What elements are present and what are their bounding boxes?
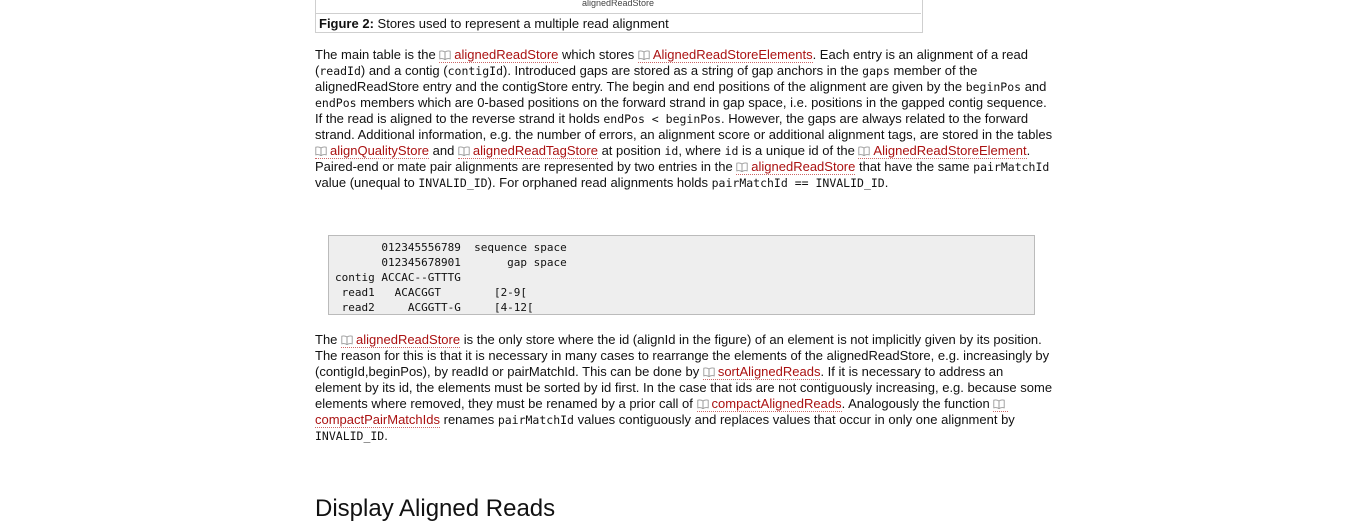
- figure-image-sliver: alignedReadStore: [581, 0, 655, 8]
- book-icon: [458, 146, 470, 156]
- figure-separator: [315, 13, 921, 14]
- link-AlignedReadStoreElement[interactable]: AlignedReadStoreElement: [858, 143, 1027, 159]
- link-compactAlignedReads[interactable]: compactAlignedReads: [696, 396, 842, 412]
- section-heading: Display Aligned Reads: [315, 495, 556, 522]
- code-endPos-condition: endPos < beginPos: [603, 112, 722, 126]
- code-readId: readId: [319, 64, 361, 78]
- link-sortAlignedReads[interactable]: sortAlignedReads: [702, 364, 821, 380]
- paragraph-alignedReadStore-ids: The alignedReadStore is the only store w…: [315, 332, 1053, 443]
- figure-caption-label: Figure 2:: [319, 16, 374, 31]
- book-icon: [703, 367, 715, 377]
- code-contigId: contigId: [447, 64, 503, 78]
- code-gaps: gaps: [862, 64, 890, 78]
- book-icon: [858, 146, 870, 156]
- book-icon: [993, 399, 1005, 409]
- book-icon: [697, 399, 709, 409]
- link-alignQualityStore[interactable]: alignQualityStore: [315, 143, 429, 159]
- link-alignedReadTagStore[interactable]: alignedReadTagStore: [457, 143, 598, 159]
- code-beginPos: beginPos: [965, 80, 1022, 94]
- code-id: id: [724, 144, 739, 158]
- link-alignedReadStore[interactable]: alignedReadStore: [341, 332, 461, 348]
- code-endPos: endPos: [315, 96, 357, 110]
- figure-caption-text: Stores used to represent a multiple read…: [377, 16, 669, 31]
- code-pairMatchId: pairMatchId: [497, 413, 574, 427]
- book-icon: [341, 335, 353, 345]
- figure-caption: Figure 2: Stores used to represent a mul…: [319, 16, 669, 32]
- code-pairMatchId: pairMatchId: [973, 160, 1050, 174]
- book-icon: [315, 146, 327, 156]
- link-AlignedReadStoreElements[interactable]: AlignedReadStoreElements: [637, 47, 813, 63]
- book-icon: [638, 50, 650, 60]
- book-icon: [439, 50, 451, 60]
- paragraph-main-table: The main table is the alignedReadStore w…: [315, 47, 1053, 190]
- book-icon: [736, 162, 748, 172]
- code-example: 012345556789 sequence space 012345678901…: [335, 241, 567, 314]
- link-alignedReadStore[interactable]: alignedReadStore: [439, 47, 559, 63]
- link-alignedReadStore[interactable]: alignedReadStore: [736, 159, 856, 175]
- code-id: id: [664, 144, 679, 158]
- code-pairMatchId-condition: pairMatchId == INVALID_ID: [711, 176, 885, 190]
- code-INVALID_ID: INVALID_ID: [315, 429, 385, 443]
- code-example-box: 012345556789 sequence space 012345678901…: [328, 235, 1035, 315]
- code-INVALID_ID: INVALID_ID: [418, 176, 488, 190]
